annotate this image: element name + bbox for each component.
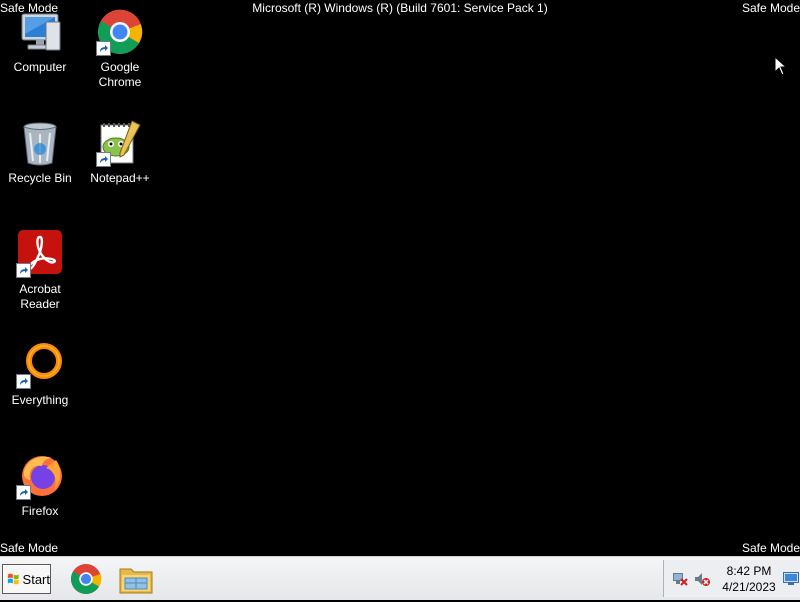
desktop-icon-label: Google Chrome — [98, 60, 142, 89]
recycle-bin-icon — [16, 119, 64, 167]
desktop-icon-everything[interactable]: Everything — [0, 335, 80, 408]
clock-date: 4/21/2023 — [722, 580, 776, 594]
desktop-icon-firefox[interactable]: Firefox — [0, 446, 80, 519]
mouse-pointer-icon — [774, 55, 788, 81]
windows-logo-icon — [7, 573, 19, 585]
desktop-icon-computer[interactable]: Computer — [0, 2, 80, 75]
taskbar: Start 8:42 PM 4/21/2023 — [0, 556, 800, 600]
desktop-icon-label: Notepad++ — [90, 171, 150, 185]
start-button[interactable]: Start — [2, 564, 51, 594]
desktop-icon-label: Everything — [11, 393, 69, 407]
desktop-icon-label: Recycle Bin — [8, 171, 72, 185]
shortcut-arrow-icon — [96, 152, 111, 167]
network-disconnected-icon[interactable] — [672, 571, 688, 587]
computer-icon — [16, 8, 64, 56]
chrome-icon — [71, 564, 102, 594]
clock-time: 8:42 PM — [726, 564, 772, 578]
notepad-plus-plus-icon — [96, 119, 144, 167]
shortcut-arrow-icon — [16, 374, 31, 389]
desktop-icon-label: Acrobat Reader — [19, 282, 61, 311]
firefox-icon — [16, 452, 64, 500]
desktop-icon-label: Computer — [13, 60, 67, 74]
desktop-icon-recycle-bin[interactable]: Recycle Bin — [0, 113, 80, 186]
start-button-label: Start — [22, 571, 50, 587]
show-desktop-icon[interactable] — [783, 572, 799, 586]
chrome-icon — [96, 8, 144, 56]
safe-mode-label-bottom-left: Safe Mode — [0, 541, 59, 555]
taskbar-windows-explorer-button[interactable] — [118, 561, 154, 597]
shortcut-arrow-icon — [16, 263, 31, 278]
taskbar-clock[interactable]: 8:42 PM 4/21/2023 — [714, 563, 784, 595]
everything-search-icon — [16, 341, 64, 389]
desktop-icon-acrobat-reader[interactable]: Acrobat Reader — [0, 224, 80, 312]
shortcut-arrow-icon — [16, 485, 31, 500]
taskbar-chrome-button[interactable] — [68, 561, 104, 597]
safe-mode-label-bottom-right: Safe Mode — [741, 541, 800, 555]
system-tray: 8:42 PM 4/21/2023 — [663, 560, 800, 597]
desktop-icon-notepad-plus-plus[interactable]: Notepad++ — [80, 113, 160, 186]
desktop-icon-label: Firefox — [21, 504, 59, 518]
shortcut-arrow-icon — [96, 41, 111, 56]
acrobat-reader-icon — [16, 230, 64, 278]
volume-muted-icon[interactable] — [694, 571, 710, 587]
safe-mode-label-top-right: Safe Mode — [741, 1, 800, 15]
desktop-icon-google-chrome[interactable]: Google Chrome — [80, 2, 160, 90]
folder-icon — [119, 568, 153, 594]
